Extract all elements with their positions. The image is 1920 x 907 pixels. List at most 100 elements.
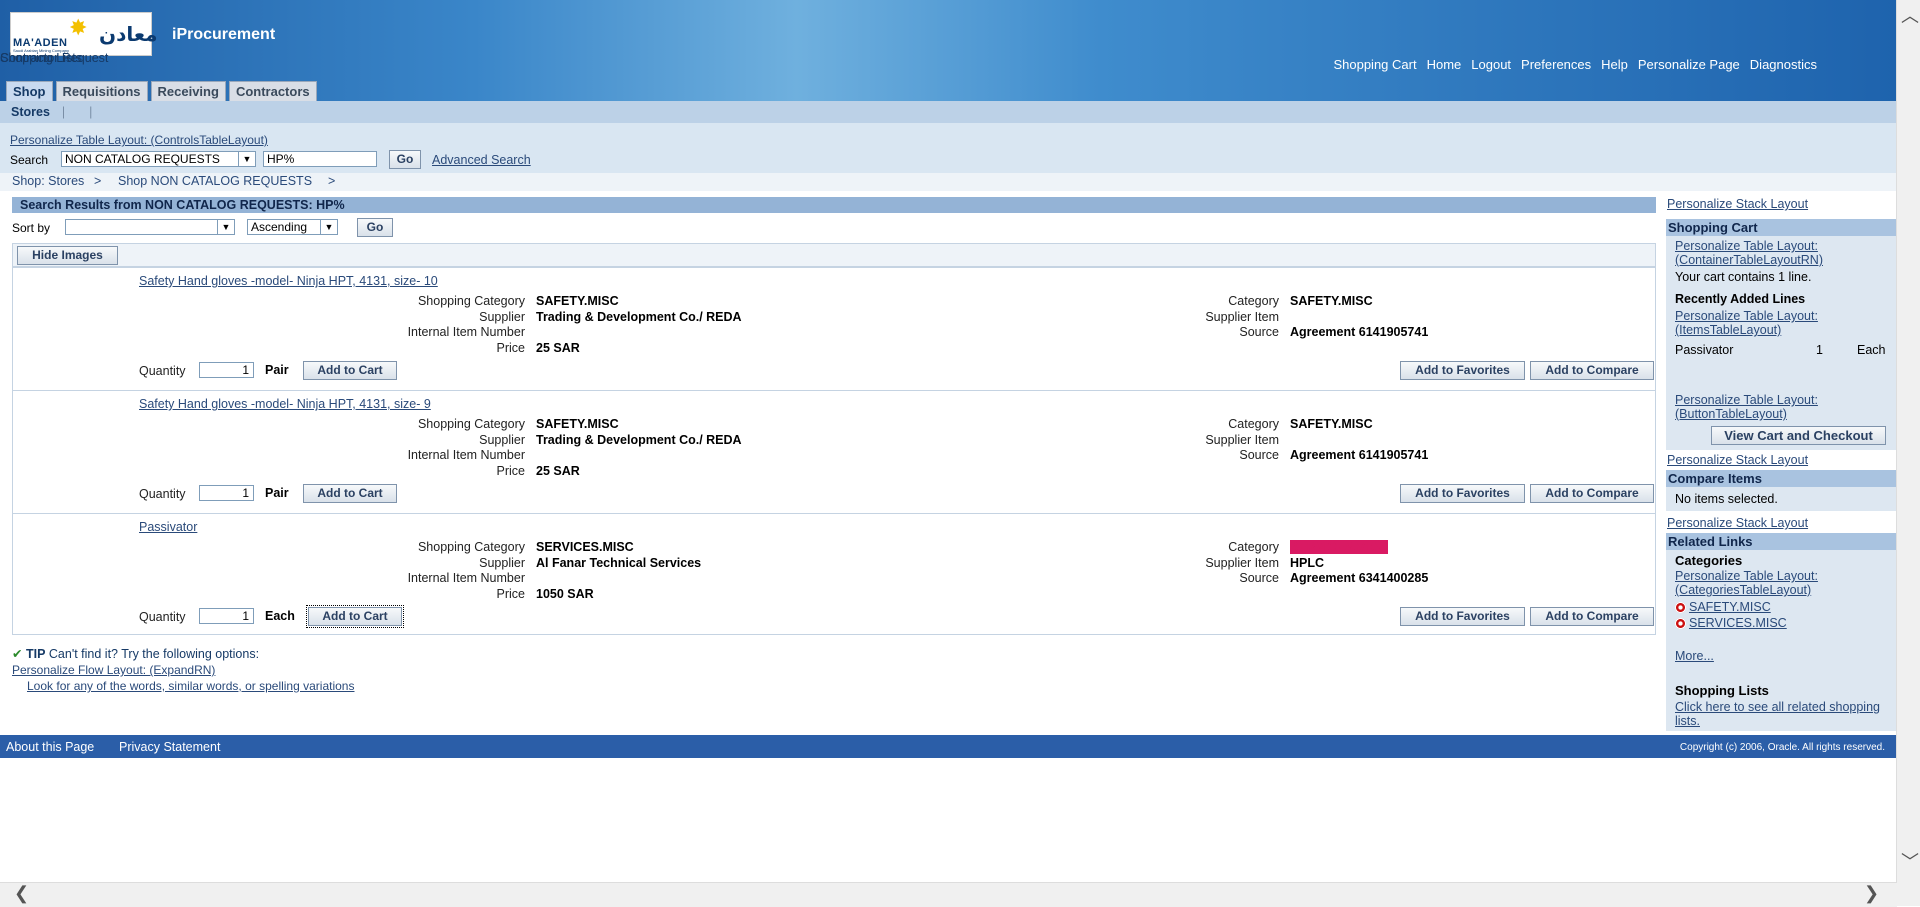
category-link-row: SAFETY.MISC — [1675, 600, 1771, 614]
chevron-down-icon[interactable]: ▼ — [320, 220, 337, 234]
shopping-category-value: SERVICES.MISC — [536, 540, 634, 554]
tip-text: Can't find it? Try the following options… — [48, 647, 260, 661]
shopping-category-label: Shopping Category — [417, 294, 525, 308]
personalize-stack-link[interactable]: Personalize Stack Layout — [1667, 197, 1808, 211]
compare-items-box: No items selected. — [1666, 487, 1897, 511]
sort-by-label: Sort by — [12, 221, 51, 235]
price-label: Price — [496, 464, 525, 478]
breadcrumb-shop-stores[interactable]: Shop: Stores — [12, 174, 84, 188]
price-label: Price — [496, 587, 525, 601]
personalize-categories-link[interactable]: Personalize Table Layout: (CategoriesTab… — [1675, 569, 1890, 597]
category-value-highlighted: SERVICES.MISC — [1290, 540, 1388, 554]
advanced-search-link[interactable]: Advanced Search — [432, 153, 531, 167]
horizontal-scrollbar[interactable]: ❮ ❯ — [0, 882, 1897, 907]
quantity-input[interactable]: 1 — [199, 362, 254, 378]
view-cart-checkout-button[interactable]: View Cart and Checkout — [1711, 426, 1886, 445]
shopping-category-value: SAFETY.MISC — [536, 294, 619, 308]
personalize-controls-link[interactable]: Personalize Table Layout: (ControlsTable… — [10, 133, 268, 147]
search-input[interactable]: HP% — [263, 151, 377, 167]
internal-item-number-label: Internal Item Number — [407, 448, 525, 462]
personalize-button-link[interactable]: Personalize Table Layout: (ButtonTableLa… — [1675, 393, 1890, 421]
chevron-down-icon[interactable]: ▼ — [217, 220, 234, 234]
category-value: SAFETY.MISC — [1290, 417, 1373, 431]
checkmark-icon: ✔ — [12, 647, 23, 661]
internal-item-number-label: Internal Item Number — [407, 325, 525, 339]
result-item: Safety Hand gloves -model- Ninja HPT, 41… — [13, 391, 1655, 514]
quantity-label: Quantity — [139, 610, 186, 624]
breadcrumb-shop-non-catalog[interactable]: Shop NON CATALOG REQUESTS — [118, 174, 312, 188]
item-name-link[interactable]: Safety Hand gloves -model- Ninja HPT, 41… — [139, 397, 431, 411]
sort-go-button[interactable]: Go — [357, 218, 393, 237]
personalize-stack-link[interactable]: Personalize Stack Layout — [1667, 516, 1808, 530]
item-name-link[interactable]: Passivator — [139, 520, 197, 534]
related-links-box: Categories Personalize Table Layout: (Ca… — [1666, 550, 1897, 731]
search-results-header: Search Results from NON CATALOG REQUESTS… — [12, 197, 1656, 213]
sub-navigation: Stores | Shopping Lists | Contractor Req… — [0, 51, 1897, 174]
scroll-down-icon[interactable]: ﹀ — [1901, 848, 1919, 874]
category-link-row: SERVICES.MISC — [1675, 616, 1787, 630]
scroll-right-icon[interactable]: ❯ — [1864, 883, 1879, 904]
add-to-compare-button[interactable]: Add to Compare — [1530, 484, 1654, 503]
shopping-lists-title: Shopping Lists — [1675, 683, 1769, 698]
privacy-statement-link[interactable]: Privacy Statement — [119, 740, 220, 754]
result-item: Passivator Shopping Category SERVICES.MI… — [13, 514, 1655, 637]
add-to-favorites-button[interactable]: Add to Favorites — [1400, 484, 1525, 503]
source-label: Source — [1239, 571, 1279, 585]
shopping-category-value: SAFETY.MISC — [536, 417, 619, 431]
add-to-compare-button[interactable]: Add to Compare — [1530, 361, 1654, 380]
category-services-link[interactable]: SERVICES.MISC — [1689, 616, 1787, 630]
vertical-scrollbar[interactable]: ︿ ﹀ — [1896, 0, 1920, 906]
copyright-text: Copyright (c) 2006, Oracle. All rights r… — [1679, 742, 1885, 753]
personalize-container-link[interactable]: Personalize Table Layout: (ContainerTabl… — [1675, 239, 1890, 267]
cart-line-name: Passivator — [1675, 343, 1734, 357]
supplier-label: Supplier — [479, 310, 525, 324]
search-category-select[interactable]: NON CATALOG REQUESTS ▼ — [61, 151, 256, 167]
source-label: Source — [1239, 448, 1279, 462]
price-value: 25 SAR — [536, 341, 580, 355]
price-value: 1050 SAR — [536, 587, 594, 601]
breadcrumb-separator: > — [94, 174, 102, 188]
personalize-stack-link[interactable]: Personalize Stack Layout — [1667, 453, 1808, 467]
app-title: iProcurement — [172, 26, 276, 43]
quantity-label: Quantity — [139, 364, 186, 378]
shopping-cart-box: Personalize Table Layout: (ContainerTabl… — [1666, 236, 1897, 450]
price-label: Price — [496, 341, 525, 355]
uom-value: Pair — [265, 486, 289, 500]
compare-items-title: Compare Items — [1666, 470, 1897, 487]
add-to-cart-button[interactable]: Add to Cart — [303, 361, 397, 380]
category-label: Category — [1228, 294, 1279, 308]
spelling-variations-link[interactable]: Look for any of the words, similar words… — [27, 679, 354, 693]
item-name-link[interactable]: Safety Hand gloves -model- Ninja HPT, 41… — [139, 274, 438, 288]
add-to-favorites-button[interactable]: Add to Favorites — [1400, 361, 1525, 380]
add-to-cart-button[interactable]: Add to Cart — [306, 605, 404, 628]
quantity-input[interactable]: 1 — [199, 485, 254, 501]
category-value: SAFETY.MISC — [1290, 294, 1373, 308]
personalize-items-link[interactable]: Personalize Table Layout: (ItemsTableLay… — [1675, 309, 1890, 337]
chevron-down-icon[interactable]: ▼ — [238, 152, 255, 166]
logo-star-icon: ✸ — [69, 15, 88, 40]
uom-value: Each — [265, 609, 295, 623]
more-categories-link[interactable]: More... — [1675, 649, 1714, 663]
scroll-left-icon[interactable]: ❮ — [14, 883, 29, 904]
shopping-lists-link[interactable]: Click here to see all related shopping l… — [1675, 700, 1890, 728]
recently-added-title: Recently Added Lines — [1675, 292, 1806, 306]
category-safety-link[interactable]: SAFETY.MISC — [1689, 600, 1771, 614]
personalize-flow-link[interactable]: Personalize Flow Layout: (ExpandRN) — [12, 663, 215, 677]
supplier-label: Supplier — [479, 433, 525, 447]
about-page-link[interactable]: About this Page — [6, 740, 94, 754]
add-to-compare-button[interactable]: Add to Compare — [1530, 607, 1654, 626]
source-label: Source — [1239, 325, 1279, 339]
quantity-input[interactable]: 1 — [199, 608, 254, 624]
supplier-item-value: HPLC — [1290, 556, 1325, 570]
hide-images-button[interactable]: Hide Images — [17, 246, 118, 265]
scroll-up-icon[interactable]: ︿ — [1901, 2, 1919, 28]
source-value: Agreement 6341400285 — [1290, 571, 1429, 585]
search-go-button[interactable]: Go — [389, 150, 421, 169]
results-list: Safety Hand gloves -model- Ninja HPT, 41… — [12, 267, 1656, 635]
sort-order-select[interactable]: Ascending ▼ — [247, 219, 338, 235]
add-to-cart-button[interactable]: Add to Cart — [303, 484, 397, 503]
company-logo: ✸ MA'ADEN معادن Saudi Arabian Mining Com… — [10, 12, 158, 56]
cart-contains-text: Your cart contains 1 line. — [1675, 270, 1812, 284]
add-to-favorites-button[interactable]: Add to Favorites — [1400, 607, 1525, 626]
sort-field-select[interactable]: ▼ — [65, 219, 235, 235]
